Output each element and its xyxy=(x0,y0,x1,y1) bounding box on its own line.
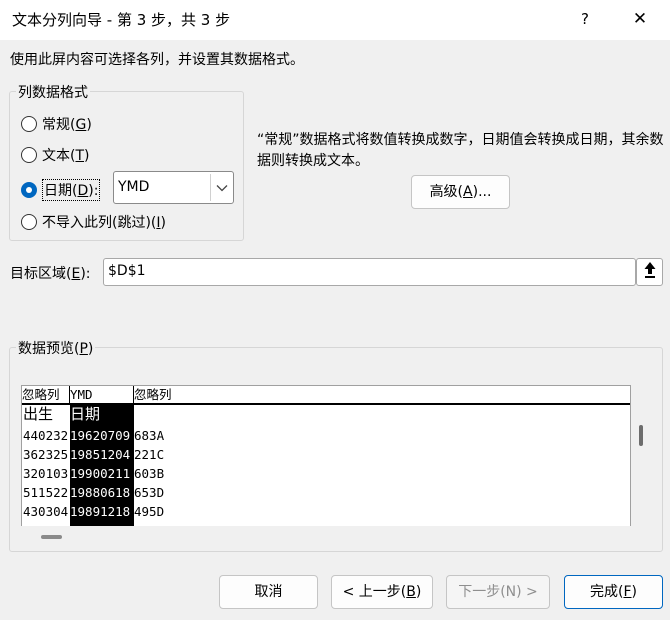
preview-cell: 19851204 xyxy=(70,447,131,462)
wizard-description: 使用此屏内容可选择各列，并设置其数据格式。 xyxy=(10,52,304,68)
finish-button[interactable]: 完成(F) xyxy=(564,575,663,609)
destination-input[interactable]: $D$1 xyxy=(103,258,636,286)
next-button[interactable]: 下一步(N) > xyxy=(446,575,550,609)
range-select-button[interactable] xyxy=(636,258,663,286)
preview-cell: 221C xyxy=(134,447,165,462)
preview-cell: 440232 xyxy=(23,428,69,443)
dialog-title: 文本分列向导 - 第 3 步，共 3 步 xyxy=(12,11,231,29)
preview-cell: 19891218 xyxy=(70,504,131,519)
upload-arrow-icon xyxy=(643,261,657,283)
text-to-columns-dialog: 文本分列向导 - 第 3 步，共 3 步 ? ✕ 使用此屏内容可选择各列，并设置… xyxy=(0,0,670,620)
radio-date-label[interactable]: 日期(D): xyxy=(42,179,101,201)
radio-text-label[interactable]: 文本(T) xyxy=(42,145,90,165)
close-button[interactable]: ✕ xyxy=(625,6,655,34)
radio-skip-circle[interactable] xyxy=(21,214,37,230)
format-info-text: “常规”数据格式将数值转换成数字，日期值会转换成日期，其余数据则转换成文本。 xyxy=(257,132,664,169)
horizontal-scrollbar-thumb[interactable] xyxy=(41,535,62,539)
preview-cell: 19880618 xyxy=(70,485,131,500)
date-format-value: YMD xyxy=(118,179,150,195)
title-bar: 文本分列向导 - 第 3 步，共 3 步 ? ✕ xyxy=(0,0,670,40)
preview-cell: 495D xyxy=(134,504,165,519)
radio-skip-column[interactable]: 不导入此列(跳过)(I) xyxy=(21,212,166,232)
radio-date[interactable]: 日期(D): xyxy=(21,179,101,201)
column-header-3[interactable]: 忽略列 xyxy=(134,386,630,403)
data-preview-legend: 数据预览(P) xyxy=(16,338,96,358)
preview-cell: 683A xyxy=(134,428,165,443)
cancel-button[interactable]: 取消 xyxy=(219,575,318,609)
radio-text-circle[interactable] xyxy=(21,147,37,163)
preview-grid[interactable]: 忽略列 YMD 忽略列 出生 日期 440232 19620709 683A 3… xyxy=(21,385,631,526)
preview-cell: 320103 xyxy=(23,466,69,481)
preview-cell: 日期 xyxy=(70,405,101,423)
advanced-button[interactable]: 高级(A)... xyxy=(411,175,510,209)
preview-cell: 511522 xyxy=(23,485,69,500)
vertical-scrollbar-thumb[interactable] xyxy=(639,425,643,446)
preview-cell: 603B xyxy=(134,466,165,481)
column-header-2[interactable]: YMD xyxy=(70,386,134,403)
radio-general-circle[interactable] xyxy=(21,116,37,132)
date-format-select[interactable]: YMD xyxy=(113,171,234,204)
help-button[interactable]: ? xyxy=(570,6,600,34)
destination-value: $D$1 xyxy=(108,263,146,279)
preview-header-row: 忽略列 YMD 忽略列 xyxy=(22,386,630,405)
preview-cell: 19620709 xyxy=(70,428,131,443)
radio-text[interactable]: 文本(T) xyxy=(21,145,90,165)
preview-cell: 653D xyxy=(134,485,165,500)
radio-date-circle[interactable] xyxy=(21,182,37,198)
radio-general[interactable]: 常规(G) xyxy=(21,114,92,134)
chevron-down-icon[interactable] xyxy=(210,174,232,201)
column-format-legend: 列数据格式 xyxy=(16,82,90,102)
destination-label: 目标区域(E): xyxy=(10,266,91,282)
preview-cell: 430304 xyxy=(23,504,69,519)
radio-general-label[interactable]: 常规(G) xyxy=(42,114,92,134)
preview-cell: 出生 xyxy=(23,405,54,423)
preview-cell: 362325 xyxy=(23,447,69,462)
radio-skip-label[interactable]: 不导入此列(跳过)(I) xyxy=(42,212,166,232)
column-header-1[interactable]: 忽略列 xyxy=(22,386,70,403)
back-button[interactable]: < 上一步(B) xyxy=(331,575,433,609)
preview-cell: 19900211 xyxy=(70,466,131,481)
